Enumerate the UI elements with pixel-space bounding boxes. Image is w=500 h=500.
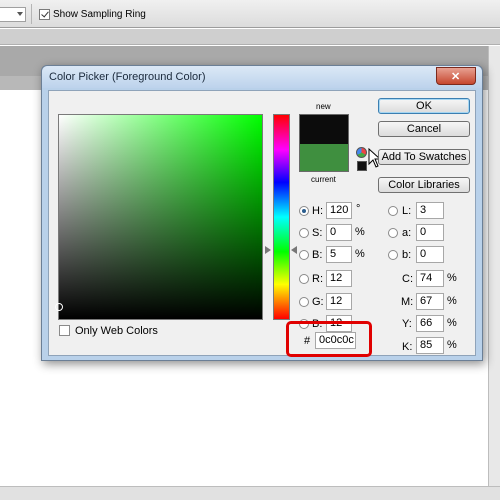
dialog-body: new current OK Cancel Add To Swatches Co… [48,90,476,357]
lab-b-field[interactable]: 0 [416,246,444,263]
cyan-unit: % [447,272,457,284]
color-libraries-button[interactable]: Color Libraries [378,177,470,193]
hue-slider-left-arrow[interactable] [265,246,271,254]
current-color-swatch[interactable] [300,144,348,171]
ok-button[interactable]: OK [378,98,470,114]
lab-b-label: b: [402,249,412,261]
show-sampling-ring-checkbox[interactable] [39,9,50,20]
lab-a-radio[interactable] [388,228,398,238]
hue-label: H: [312,205,323,217]
only-web-colors-checkbox[interactable] [59,325,70,336]
hex-label: # [304,335,311,347]
red-radio[interactable] [299,274,309,284]
web-safe-cube-icon[interactable] [357,161,367,171]
brightness-field[interactable]: 5 [326,246,352,263]
hue-slider[interactable] [273,114,290,320]
options-bar: Show Sampling Ring [0,0,500,28]
brightness-label: B: [312,249,323,261]
lab-l-field[interactable]: 3 [416,202,444,219]
toolbar-divider [31,4,32,24]
yellow-unit: % [447,317,457,329]
dialog-title: Color Picker (Foreground Color) [49,71,206,83]
green-label: G: [312,296,324,308]
red-field[interactable]: 12 [326,270,352,287]
new-color-label: new [316,102,331,111]
lab-a-field[interactable]: 0 [416,224,444,241]
lab-b-radio[interactable] [388,250,398,260]
lab-l-radio[interactable] [388,206,398,216]
yellow-field[interactable]: 66 [416,315,444,332]
sample-size-dropdown[interactable] [0,7,26,22]
cyan-label: C: [402,273,413,285]
panel-dock [488,46,500,500]
current-color-label: current [311,175,336,184]
chevron-down-icon [17,12,23,16]
brightness-unit: % [355,248,365,260]
black-label: K: [402,341,413,353]
color-field-marker[interactable] [55,303,63,311]
close-icon: ✕ [451,71,461,83]
color-preview [299,114,349,172]
gamut-warning-icon[interactable] [356,147,367,158]
brightness-radio[interactable] [299,250,309,260]
lab-a-label: a: [402,227,412,239]
new-color-swatch [300,115,348,144]
magenta-unit: % [447,295,457,307]
yellow-label: Y: [402,318,412,330]
magenta-field[interactable]: 67 [416,293,444,310]
panel-strip [0,29,500,45]
saturation-radio[interactable] [299,228,309,238]
black-field[interactable]: 85 [416,337,444,354]
dialog-titlebar[interactable]: Color Picker (Foreground Color) ✕ [42,66,482,88]
add-to-swatches-button[interactable]: Add To Swatches [378,149,470,165]
magenta-label: M: [401,296,414,308]
green-field[interactable]: 12 [326,293,352,310]
lab-l-label: L: [402,205,412,217]
hex-field[interactable]: 0c0c0c [315,332,356,349]
saturation-label: S: [312,227,323,239]
red-label: R: [312,273,323,285]
hue-radio[interactable] [299,206,309,216]
show-sampling-ring-label: Show Sampling Ring [53,9,146,20]
hue-unit: ° [356,203,361,215]
color-picker-dialog: Color Picker (Foreground Color) ✕ new cu… [41,65,483,361]
green-radio[interactable] [299,297,309,307]
saturation-field[interactable]: 0 [326,224,352,241]
cancel-button[interactable]: Cancel [378,121,470,137]
hue-slider-right-arrow[interactable] [291,246,297,254]
saturation-unit: % [355,226,365,238]
color-field[interactable] [55,114,263,320]
status-bar [0,486,500,500]
close-button[interactable]: ✕ [436,67,476,85]
black-unit: % [447,339,457,351]
cyan-field[interactable]: 74 [416,270,444,287]
only-web-colors-label: Only Web Colors [75,325,158,337]
hue-field[interactable]: 120 [326,202,352,219]
